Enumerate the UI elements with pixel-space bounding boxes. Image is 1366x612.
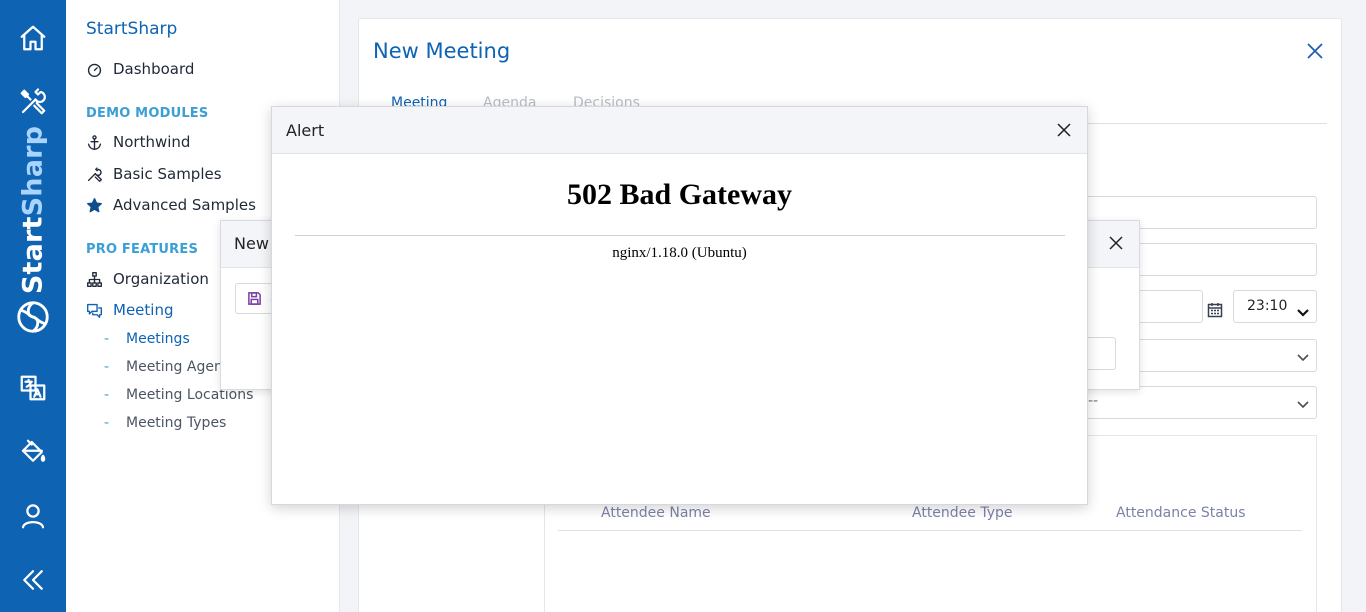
org-chart-icon bbox=[84, 269, 104, 289]
grid-header-divider bbox=[558, 530, 1302, 531]
chevron-down-icon bbox=[1296, 396, 1310, 410]
dialog-title: New Meeting bbox=[373, 39, 511, 63]
chevron-down-icon bbox=[1296, 349, 1310, 363]
error-divider bbox=[295, 235, 1065, 236]
star-icon bbox=[84, 195, 104, 215]
alert-dialog: Alert 502 Bad Gateway nginx/1.18.0 (Ubun… bbox=[271, 106, 1088, 505]
sidebar-item-label: Meeting bbox=[113, 301, 174, 319]
sidebar-item-organization[interactable]: Organization bbox=[84, 269, 209, 289]
icon-rail: StartSharp bbox=[0, 0, 66, 612]
sidebar-item-label: Northwind bbox=[113, 133, 191, 151]
column-header-attendee-type[interactable]: Attendee Type bbox=[912, 505, 1013, 521]
sidebar-item-meeting[interactable]: Meeting bbox=[84, 300, 173, 320]
sidebar-item-label: Advanced Samples bbox=[113, 196, 256, 214]
close-icon[interactable] bbox=[1107, 234, 1127, 254]
paint-bucket-icon[interactable] bbox=[17, 436, 49, 468]
error-heading: 502 Bad Gateway bbox=[567, 178, 792, 211]
tools-icon bbox=[84, 164, 104, 184]
sidebar-item-northwind[interactable]: Northwind bbox=[84, 132, 190, 152]
brand-part1: Start bbox=[17, 216, 49, 295]
sidebar-item-basic-samples[interactable]: Basic Samples bbox=[84, 164, 222, 184]
chevron-down-icon bbox=[1296, 300, 1310, 317]
section-demo-modules: DEMO MODULES bbox=[86, 106, 209, 121]
sidebar-item-advanced-samples[interactable]: Advanced Samples bbox=[84, 195, 256, 215]
brand-logo-vertical: StartSharp bbox=[14, 126, 52, 294]
close-icon[interactable] bbox=[1055, 121, 1075, 141]
tools-icon[interactable] bbox=[17, 86, 49, 118]
translate-icon[interactable] bbox=[17, 372, 49, 404]
error-server-footer: nginx/1.18.0 (Ubuntu) bbox=[612, 245, 747, 261]
dialog-title: New bbox=[234, 234, 269, 253]
sidebar-title[interactable]: StartSharp bbox=[86, 19, 177, 39]
chat-icon bbox=[84, 300, 104, 320]
alert-title: Alert bbox=[286, 121, 325, 140]
brand-swirl-icon bbox=[13, 297, 53, 337]
user-icon[interactable] bbox=[17, 500, 49, 532]
collapse-icon[interactable] bbox=[17, 564, 49, 596]
section-pro-features: PRO FEATURES bbox=[86, 242, 199, 257]
brand-part2: Sharp bbox=[17, 125, 49, 217]
column-header-attendance-status[interactable]: Attendance Status bbox=[1116, 505, 1246, 521]
calendar-icon[interactable] bbox=[1207, 302, 1225, 320]
time-select[interactable]: 23:10 bbox=[1233, 290, 1317, 323]
select-placeholder: -- bbox=[1088, 393, 1099, 409]
floppy-disk-icon bbox=[247, 291, 263, 307]
save-button[interactable]: S bbox=[235, 283, 278, 314]
sidebar-item-label: Organization bbox=[113, 270, 209, 288]
home-icon[interactable] bbox=[17, 22, 49, 54]
gauge-icon bbox=[84, 59, 104, 79]
type-select[interactable]: -- bbox=[1079, 386, 1317, 419]
sidebar-item-label: Basic Samples bbox=[113, 165, 222, 183]
sidebar-item-label: Dashboard bbox=[113, 60, 195, 78]
anchor-icon bbox=[84, 132, 104, 152]
sidebar-item-dashboard[interactable]: Dashboard bbox=[84, 59, 194, 79]
sidebar-subitem-meetings[interactable]: - Meetings bbox=[104, 331, 190, 347]
sidebar-subitem-meeting-types[interactable]: - Meeting Types bbox=[104, 415, 226, 431]
column-header-attendee-name[interactable]: Attendee Name bbox=[601, 505, 711, 521]
dialog-header: Alert bbox=[272, 107, 1087, 154]
close-icon[interactable] bbox=[1305, 41, 1327, 63]
